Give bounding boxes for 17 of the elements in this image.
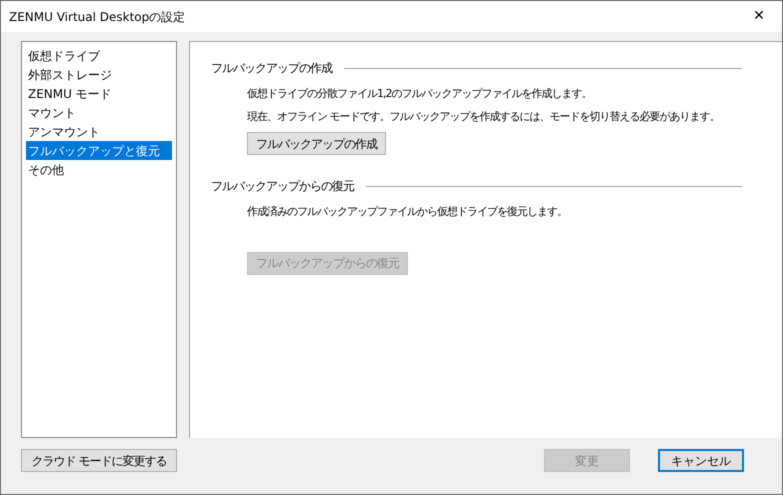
- sidebar-item[interactable]: 仮想ドライブ: [26, 46, 172, 65]
- section-heading: フルバックアップの作成: [211, 60, 332, 77]
- window-title: ZENMU Virtual Desktopの設定: [9, 8, 186, 26]
- description-text: 作成済みのフルバックアップファイルから仮想ドライブを復元します。: [247, 204, 568, 220]
- close-button[interactable]: ✕: [736, 1, 782, 32]
- section-heading: フルバックアップからの復元: [211, 178, 354, 195]
- sidebar-item[interactable]: マウント: [26, 103, 172, 122]
- change-mode-button[interactable]: クラウド モードに変更する: [21, 449, 177, 472]
- create-backup-button[interactable]: フルバックアップの作成: [247, 132, 386, 155]
- sidebar-item[interactable]: その他: [26, 160, 172, 179]
- sidebar-item[interactable]: フルバックアップと復元: [26, 141, 172, 160]
- description-text: 仮想ドライブの分散ファイル1,2のフルバックアップファイルを作成します。: [247, 86, 592, 102]
- sidebar-item[interactable]: ZENMU モード: [26, 84, 172, 103]
- sidebar-item[interactable]: 外部ストレージ: [26, 65, 172, 84]
- description-text: 現在、オフライン モードです。フルバックアップを作成するには、モードを切り替える必要があります。: [247, 108, 720, 124]
- cancel-button[interactable]: キャンセル: [658, 449, 744, 472]
- sidebar-item[interactable]: アンマウント: [26, 122, 172, 141]
